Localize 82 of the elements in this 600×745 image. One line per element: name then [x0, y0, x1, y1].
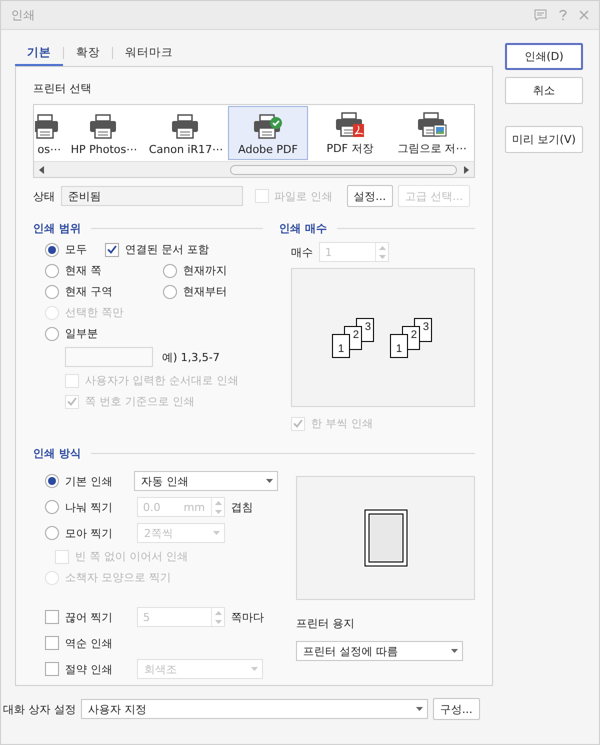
page-range-field[interactable] — [65, 347, 153, 367]
radio-button[interactable] — [45, 326, 59, 340]
radio-button[interactable] — [163, 284, 177, 298]
dropdown-caret-icon — [451, 649, 458, 653]
radio-label: 나눠 찍기 — [65, 500, 114, 514]
dialog-button[interactable]: 인쇄(D) — [505, 43, 583, 70]
radio-label: 모두 — [65, 242, 87, 257]
radio-button[interactable] — [45, 284, 59, 298]
help-icon[interactable] — [559, 9, 567, 21]
printer-item[interactable]: Canon iR17⋯ — [146, 106, 226, 160]
paper-dropdown[interactable]: 프린터 설정에 따름 — [296, 641, 463, 661]
printer-icon — [89, 114, 119, 140]
left-arrow-icon — [39, 166, 44, 174]
radio-label: 일부분 — [65, 326, 98, 341]
configure-button[interactable]: 구성... — [433, 698, 480, 720]
section-label: 프린터 선택 — [33, 81, 92, 96]
radio-label: 모아 찍기 — [65, 526, 114, 540]
checkbox-label: 한 부씩 인쇄 — [311, 416, 373, 431]
printer-icon — [171, 114, 201, 140]
radio-label: 소책자 모양으로 찍기 — [65, 570, 171, 585]
checkbox[interactable] — [105, 242, 119, 256]
checkbox-label: 끊어 찍기 — [65, 610, 114, 624]
checkbox-label: 사용자가 입력한 순서대로 인쇄 — [85, 373, 238, 388]
dropdown[interactable]: 자동 인쇄 — [134, 471, 278, 491]
radio-label: 선택한 쪽만 — [65, 305, 124, 320]
dropdown-caret-icon — [266, 479, 273, 483]
dropdown-caret-icon — [213, 531, 220, 535]
radio-button[interactable] — [45, 526, 59, 540]
printer-icon — [417, 112, 447, 138]
radio-button[interactable] — [45, 474, 59, 488]
checkbox[interactable] — [45, 662, 59, 676]
radio-label: 현재 쪽 — [65, 263, 102, 278]
page-sheet: 1 — [332, 334, 350, 358]
dropdown-caret-icon — [251, 667, 258, 671]
radio-button[interactable] — [45, 500, 59, 514]
section-title: 인쇄 매수 — [279, 221, 327, 236]
suffix-label: 쪽마다 — [231, 610, 264, 624]
section-title: 인쇄 방식 — [33, 446, 81, 461]
copies-label: 매수 — [291, 244, 313, 260]
printer-item[interactable]: HP Photos⋯ — [64, 106, 144, 160]
printer-item[interactable]: 그림으로 저⋯ — [392, 106, 472, 160]
checkbox-label: 파일로 인쇄 — [274, 188, 332, 204]
page-sheet: 1 — [390, 334, 408, 358]
tab[interactable]: 워터마크 — [113, 40, 185, 66]
dialog-settings-dropdown[interactable]: 사용자 지정 — [81, 699, 428, 719]
tab[interactable]: 확장 — [64, 40, 112, 66]
printer-icon — [253, 114, 283, 140]
checkbox[interactable] — [45, 610, 59, 624]
status-field: 준비됨 — [61, 186, 243, 206]
settings-button[interactable]: 설정... — [346, 185, 393, 207]
checkbox[interactable] — [45, 636, 59, 650]
checkbox-label: 역순 인쇄 — [65, 636, 114, 650]
printer-item[interactable]: os⋯ — [34, 106, 62, 160]
section-title: 인쇄 범위 — [33, 221, 81, 236]
printer-item[interactable]: PDF 저장 — [310, 106, 390, 160]
radio-button[interactable] — [45, 264, 59, 278]
close-icon[interactable] — [579, 10, 589, 20]
dropdown-caret-icon — [416, 707, 423, 711]
checkbox-label: 쪽 번호 기준으로 인쇄 — [85, 394, 194, 409]
window-title: 인쇄 — [11, 6, 36, 24]
printer-icon — [335, 112, 365, 138]
dialog-button[interactable]: 취소 — [505, 77, 583, 104]
paper-label: 프린터 용지 — [296, 616, 356, 631]
page-drawing — [364, 509, 408, 567]
radio-button[interactable] — [45, 242, 59, 256]
radio-label: 현재까지 — [183, 263, 227, 278]
checkbox-label: 빈 쪽 없이 이어서 인쇄 — [75, 549, 188, 564]
dialog-settings-label: 대화 상자 설정 — [3, 702, 76, 716]
checkbox-label: 절약 인쇄 — [65, 662, 114, 676]
radio-button[interactable] — [163, 264, 177, 278]
checkbox-label: 연결된 문서 포함 — [125, 242, 209, 257]
printer-item[interactable]: Adobe PDF — [228, 106, 308, 160]
status-label: 상태 — [33, 188, 55, 204]
radio-label: 기본 인쇄 — [65, 474, 114, 488]
example-hint: 예) 1,3,5-7 — [162, 350, 220, 364]
radio-label: 현재 구역 — [65, 284, 112, 299]
right-arrow-icon — [464, 166, 469, 174]
suffix-label: 겹침 — [231, 500, 253, 514]
dialog-button[interactable]: 미리 보기(V) — [505, 126, 583, 153]
radio-label: 현재부터 — [183, 284, 227, 299]
message-icon[interactable] — [534, 9, 547, 21]
scrollbar-thumb[interactable] — [230, 165, 457, 175]
